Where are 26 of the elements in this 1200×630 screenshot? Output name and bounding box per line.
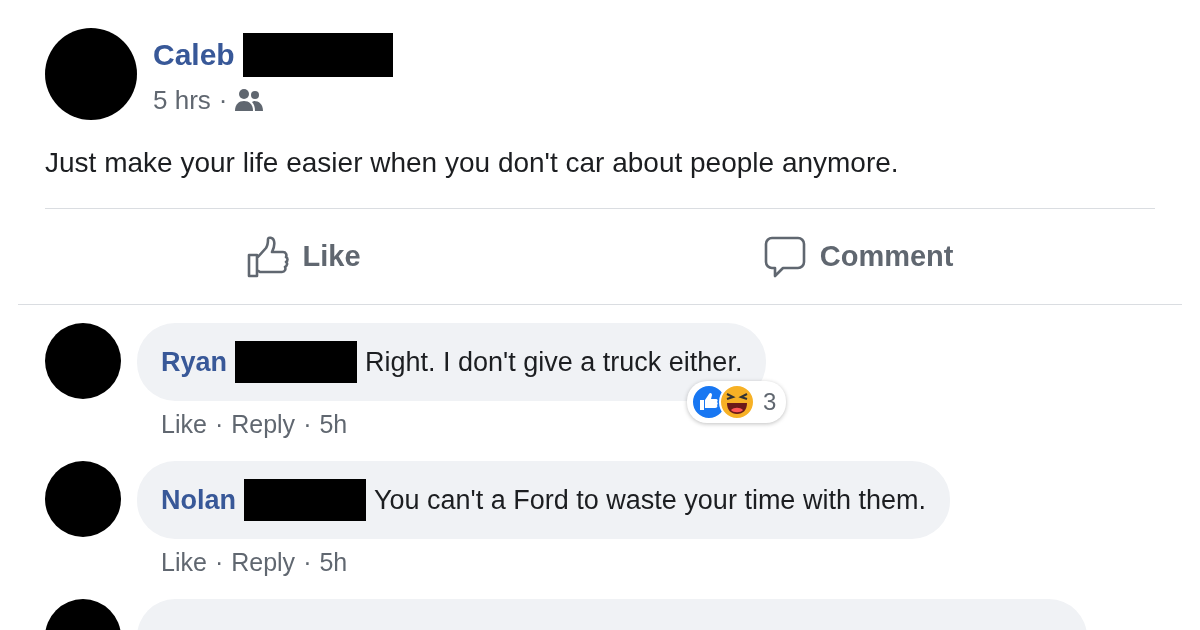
reply-link[interactable]: Reply xyxy=(231,547,296,577)
like-button[interactable]: Like xyxy=(246,234,361,279)
reaction-number: 3 xyxy=(763,387,777,417)
laughing-emoji-icon xyxy=(719,384,756,420)
separator-dot: · xyxy=(303,547,312,577)
thumbs-up-icon xyxy=(246,235,289,278)
comment-button[interactable]: Comment xyxy=(763,234,954,279)
comment-time: 5h xyxy=(319,547,348,577)
commenter-name[interactable]: Nolan xyxy=(161,483,236,517)
comment-text: You can't a Ford to waste your time with them. xyxy=(374,484,926,517)
like-link[interactable]: Like xyxy=(161,409,207,439)
commenter-name[interactable]: Ryan xyxy=(161,345,228,379)
separator-dot: · xyxy=(218,85,228,115)
like-link[interactable]: Like xyxy=(161,547,207,577)
speech-bubble-icon xyxy=(763,235,806,278)
friends-icon xyxy=(235,88,264,112)
comment-time: 5h xyxy=(319,409,348,439)
reaction-count[interactable]: 3 xyxy=(687,381,787,423)
separator-dot: · xyxy=(303,409,312,439)
author-name[interactable]: Caleb xyxy=(153,38,235,72)
post-text: Just make your life easier when you don't car about people anymore. xyxy=(45,146,900,180)
separator-dot: · xyxy=(214,409,224,439)
post-time[interactable]: 5 hrs xyxy=(153,85,211,115)
separator-dot: · xyxy=(214,547,224,577)
reply-link[interactable]: Reply xyxy=(231,409,296,439)
comment-text: Right. I don't give a truck either. xyxy=(365,346,743,379)
